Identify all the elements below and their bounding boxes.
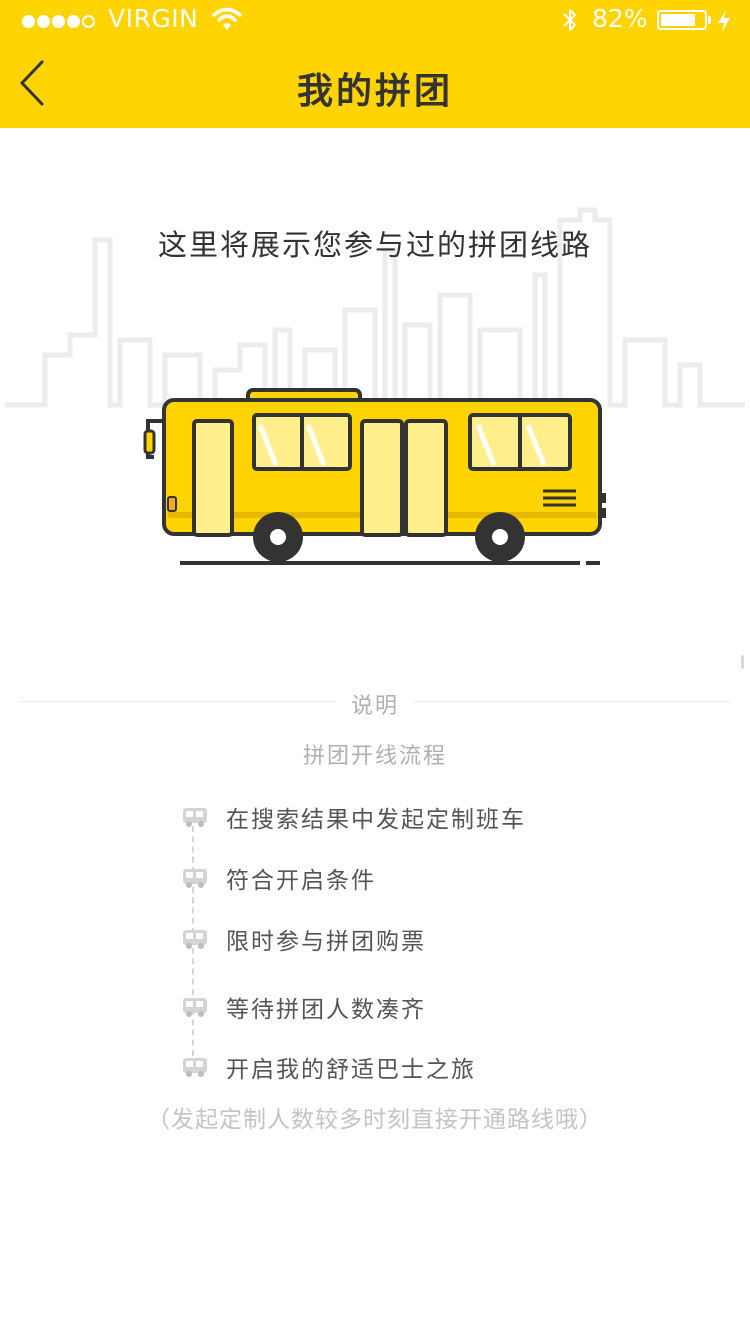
section-title: 说明 (350, 694, 399, 719)
step-label: 符合开启条件 (226, 868, 376, 894)
empty-state-message: 这里将展示您参与过的拼团线路 (157, 228, 592, 262)
battery-percent: 82% (592, 4, 648, 33)
nav-bar: VIRGIN 82% 我的拼团 (0, 0, 750, 128)
wifi-icon (212, 6, 242, 36)
battery-tip (708, 16, 711, 24)
scroll-indicator (741, 655, 744, 669)
charging-bolt-icon (716, 9, 732, 37)
bus-icon (182, 806, 208, 832)
step-label: 开启我的舒适巴士之旅 (226, 1057, 476, 1083)
step-label: 限时参与拼团购票 (226, 929, 426, 955)
process-note: （发起定制人数较多时刻直接开通路线哦） (147, 1107, 603, 1133)
step-label: 在搜索结果中发起定制班车 (226, 807, 526, 833)
carrier-name: VIRGIN (108, 4, 199, 33)
bus-icon (182, 928, 208, 954)
battery-icon (657, 10, 707, 30)
status-bar: VIRGIN 82% (0, 0, 750, 40)
process-title: 拼团开线流程 (302, 744, 447, 769)
signal-strength-icon (22, 13, 97, 32)
bus-icon (182, 1056, 208, 1082)
battery-level (661, 14, 695, 26)
bus-icon (182, 867, 208, 893)
step-label: 等待拼团人数凑齐 (226, 997, 426, 1023)
bus-icon (182, 996, 208, 1022)
page-title: 我的拼团 (296, 71, 453, 112)
bus-illustration (143, 388, 606, 565)
bluetooth-icon (561, 7, 579, 37)
